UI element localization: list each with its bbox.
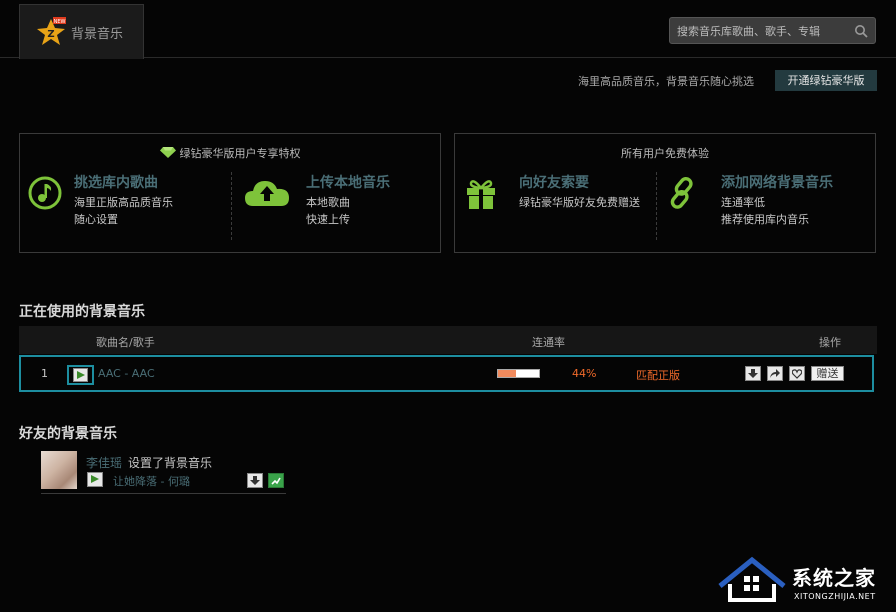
download-button[interactable] [745,366,761,381]
download-icon [250,476,260,485]
free-features-box: 所有用户免费体验 向好友索要 绿钻豪华版好友免费赠送 添加网络背景音乐 连通率低… [454,133,876,253]
feature-line: 随心设置 [74,213,118,226]
friend-item: 李佳瑶 设置了背景音乐 让她降落 - 何璐 [41,451,286,494]
play-icon [77,371,85,379]
search-icon[interactable] [854,24,868,38]
watermark-text: 系统之家 [792,566,876,590]
share-button[interactable] [767,366,783,381]
free-box-title: 所有用户免费体验 [621,147,709,160]
search-input[interactable] [677,23,847,39]
tab-label: 背景音乐 [71,27,124,42]
diamond-icon [159,147,176,158]
rate-bar-fill [498,370,517,377]
feature-line: 海里正版高品质音乐 [74,196,173,209]
music-note-icon [28,176,62,210]
rate-text: 44% [572,367,597,380]
link-icon [670,177,693,209]
feature-line: 本地歌曲 [306,196,350,209]
gift-icon [467,180,495,209]
friends-music-title: 好友的背景音乐 [19,426,117,442]
play-icon [91,475,99,483]
feature-line: 绿钻豪华版好友免费赠送 [519,196,640,209]
vip-features-box: 绿钻豪华版用户专享特权 挑选库内歌曲 海里正版高品质音乐 随心设置 上传本地音乐… [19,133,441,253]
avatar[interactable] [41,451,77,489]
table-header: 歌曲名/歌手 连通率 操作 [19,326,877,354]
header-song: 歌曲名/歌手 [96,336,155,349]
cloud-upload-icon [245,181,289,206]
row-index: 1 [41,367,48,380]
download-icon [748,369,758,378]
house-logo-icon [718,556,786,602]
friend-name[interactable]: 李佳瑶 [86,454,122,471]
feature-title[interactable]: 添加网络背景音乐 [721,172,833,192]
match-status: 匹配正版 [636,369,680,382]
friend-download-button[interactable] [247,473,263,488]
header-rate: 连通率 [532,336,565,349]
play-focus-box[interactable] [67,365,94,385]
tab-background-music[interactable]: Z NEW 背景音乐 [19,4,144,59]
feature-title[interactable]: 上传本地音乐 [306,172,390,192]
friend-song[interactable]: 让她降落 - 何璐 [113,473,190,489]
watermark: 系统之家 XITONGZHIJIA.NET [718,554,890,606]
rate-bar [497,369,540,378]
feature-title[interactable]: 向好友索要 [519,172,589,192]
share-icon [770,369,780,378]
feature-line: 推荐使用库内音乐 [721,213,809,226]
header-actions: 操作 [819,336,841,349]
song-name[interactable]: AAC - AAC [98,367,155,380]
play-button[interactable] [73,368,88,382]
new-badge: NEW [54,19,66,25]
promo-text: 海里高品质音乐，背景音乐随心挑选 [578,75,754,88]
new-star-icon: Z NEW [37,17,66,45]
gift-button[interactable]: 赠送 [811,366,844,381]
watermark-url: XITONGZHIJIA.NET [794,592,876,601]
friend-play-button[interactable] [87,472,103,487]
open-vip-button[interactable]: 开通绿钻豪华版 [775,70,877,91]
top-bar: Z NEW 背景音乐 [0,0,896,59]
vip-box-title: 绿钻豪华版用户专享特权 [20,145,440,161]
favorite-button[interactable] [789,366,805,381]
friend-use-button[interactable] [268,473,284,488]
table-row[interactable]: 1 AAC - AAC 44% 匹配正版 赠送 [19,355,874,392]
divider [231,172,232,240]
feature-line: 连通率低 [721,196,765,209]
feature-line: 快速上传 [306,213,350,226]
svg-text:Z: Z [47,29,54,40]
search-box[interactable] [669,17,876,44]
add-music-icon [271,477,281,485]
heart-icon [792,369,802,379]
friend-action: 设置了背景音乐 [128,456,213,470]
feature-title[interactable]: 挑选库内歌曲 [74,172,158,192]
current-music-title: 正在使用的背景音乐 [19,304,145,320]
divider [656,172,657,240]
